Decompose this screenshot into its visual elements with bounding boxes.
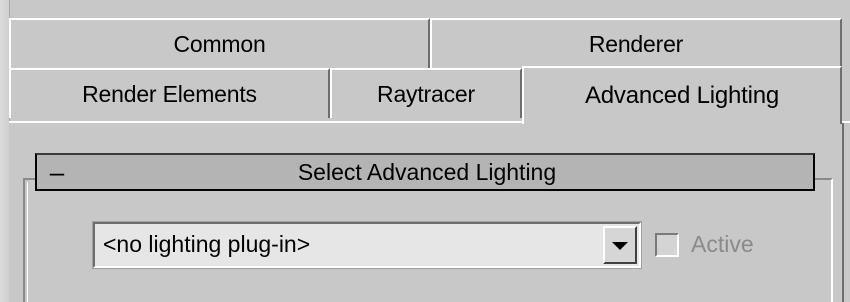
rollout-title: Select Advanced Lighting [297, 158, 557, 185]
collapse-icon[interactable]: – [37, 159, 71, 185]
dropdown-arrow-button[interactable] [603, 226, 637, 264]
tab-common-label: Common [173, 30, 266, 57]
tab-render-elements-label: Render Elements [82, 80, 257, 107]
tab-render-elements[interactable]: Render Elements [9, 68, 330, 118]
lighting-plugin-selected-value: <no lighting plug-in> [103, 231, 311, 257]
tab-raytracer[interactable]: Raytracer [330, 68, 522, 118]
tab-raytracer-label: Raytracer [377, 80, 475, 107]
active-checkbox[interactable] [655, 233, 679, 257]
chevron-down-icon [612, 242, 628, 250]
tab-renderer-label: Renderer [588, 30, 684, 57]
render-setup-panel: Common Renderer Render Elements Raytrace… [0, 0, 850, 302]
lighting-plugin-dropdown[interactable]: <no lighting plug-in> [92, 221, 642, 269]
tab-content-panel: – Select Advanced Lighting <no lighting … [9, 121, 850, 302]
tab-advanced-lighting[interactable]: Advanced Lighting [522, 66, 842, 124]
panel-border [842, 123, 844, 302]
tab-advanced-lighting-label: Advanced Lighting [584, 82, 780, 109]
rollout-header-select-advanced-lighting[interactable]: – Select Advanced Lighting [35, 153, 815, 191]
tab-common[interactable]: Common [9, 18, 430, 68]
active-checkbox-label: Active [691, 231, 754, 257]
tab-renderer[interactable]: Renderer [430, 18, 842, 68]
group-box-highlight [27, 182, 28, 302]
